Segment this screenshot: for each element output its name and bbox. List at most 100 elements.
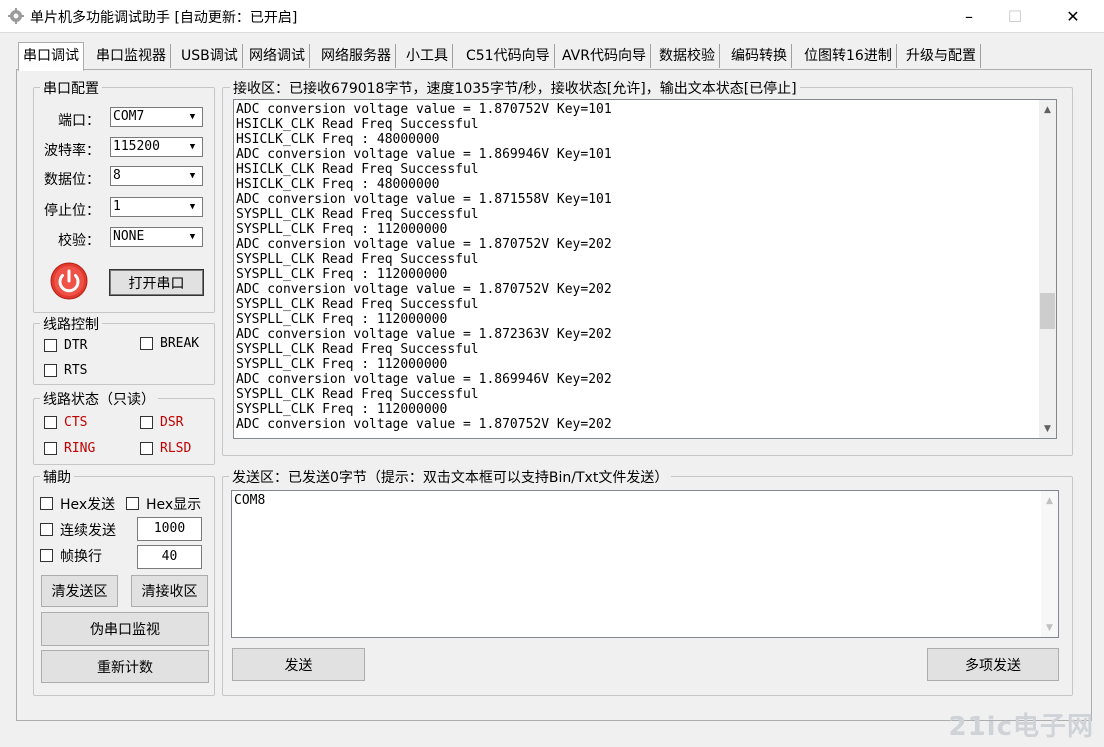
cts-label: CTS bbox=[64, 415, 88, 430]
open-port-button[interactable]: 打开串口 bbox=[109, 269, 204, 296]
receive-line: SYSPLL_CLK Read Freq Successful bbox=[236, 342, 479, 357]
receive-line: HSICLK_CLK Read Freq Successful bbox=[236, 117, 479, 132]
receive-textbox[interactable]: ADC conversion voltage value = 1.870752V… bbox=[233, 99, 1057, 439]
baud-select[interactable]: 115200 ▼ bbox=[110, 137, 203, 157]
receive-line: ADC conversion voltage value = 1.870752V… bbox=[236, 282, 612, 297]
frame-wrap-input[interactable]: 40 bbox=[137, 545, 202, 569]
tab-upgrade-config[interactable]: 升级与配置 bbox=[902, 44, 981, 68]
receive-line: SYSPLL_CLK Freq : 112000000 bbox=[236, 357, 448, 372]
tab-serial-debug[interactable]: 串口调试 bbox=[18, 42, 84, 71]
receive-line: SYSPLL_CLK Read Freq Successful bbox=[236, 387, 479, 402]
receive-line: SYSPLL_CLK Freq : 112000000 bbox=[236, 267, 448, 282]
receive-line: SYSPLL_CLK Freq : 112000000 bbox=[236, 402, 448, 417]
clear-recv-button[interactable]: 清接收区 bbox=[131, 575, 208, 607]
break-label: BREAK bbox=[160, 336, 200, 351]
receive-line: HSICLK_CLK Freq : 48000000 bbox=[236, 132, 440, 147]
scroll-down-icon[interactable]: ▼ bbox=[1041, 619, 1058, 636]
receive-line: ADC conversion voltage value = 1.871558V… bbox=[236, 192, 612, 207]
parity-label: 校验： bbox=[58, 233, 100, 249]
chevron-down-icon: ▼ bbox=[189, 142, 196, 152]
stop-bits-value: 1 bbox=[113, 199, 121, 214]
power-icon[interactable] bbox=[50, 262, 88, 300]
port-value: COM7 bbox=[113, 109, 145, 124]
port-label: 端口： bbox=[58, 113, 100, 129]
title-divider bbox=[0, 32, 1104, 33]
dtr-checkbox[interactable] bbox=[44, 339, 57, 352]
frame-wrap-checkbox[interactable] bbox=[40, 549, 53, 562]
tab-avr-wizard[interactable]: AVR代码向导 bbox=[558, 44, 651, 68]
tab-usb-debug[interactable]: USB调试 bbox=[177, 44, 243, 68]
port-select[interactable]: COM7 ▼ bbox=[110, 107, 203, 127]
tab-network-debug[interactable]: 网络调试 bbox=[245, 44, 310, 68]
tab-encoding[interactable]: 编码转换 bbox=[727, 44, 792, 68]
chevron-down-icon: ▼ bbox=[189, 232, 196, 242]
receive-title: 接收区：已接收679018字节，速度1035字节/秒，接收状态[允许]，输出文本… bbox=[230, 78, 800, 98]
receive-scrollbar[interactable]: ▲ ▼ bbox=[1039, 100, 1056, 438]
chevron-down-icon: ▼ bbox=[189, 202, 196, 212]
data-bits-label: 数据位： bbox=[44, 172, 100, 188]
continuous-interval-input[interactable]: 1000 bbox=[137, 517, 202, 541]
chevron-down-icon: ▼ bbox=[189, 171, 196, 181]
rlsd-label: RLSD bbox=[160, 441, 192, 456]
rts-label: RTS bbox=[64, 363, 88, 378]
frame-wrap-label: 帧换行 bbox=[60, 549, 102, 565]
baud-value: 115200 bbox=[113, 139, 160, 154]
tab-serial-monitor[interactable]: 串口监视器 bbox=[92, 44, 171, 68]
receive-line: HSICLK_CLK Read Freq Successful bbox=[236, 162, 479, 177]
receive-line: SYSPLL_CLK Read Freq Successful bbox=[236, 207, 479, 222]
recount-button[interactable]: 重新计数 bbox=[41, 650, 209, 683]
tab-data-check[interactable]: 数据校验 bbox=[655, 44, 720, 68]
tab-c51-wizard[interactable]: C51代码向导 bbox=[462, 44, 555, 68]
dtr-label: DTR bbox=[64, 338, 88, 353]
hex-display-checkbox[interactable] bbox=[126, 497, 139, 510]
tab-tools[interactable]: 小工具 bbox=[402, 44, 453, 68]
stop-bits-label: 停止位： bbox=[44, 203, 100, 219]
dsr-checkbox bbox=[140, 416, 153, 429]
receive-line: ADC conversion voltage value = 1.872363V… bbox=[236, 327, 612, 342]
receive-line: ADC conversion voltage value = 1.870752V… bbox=[236, 237, 612, 252]
parity-value: NONE bbox=[113, 229, 145, 244]
cts-checkbox bbox=[44, 416, 57, 429]
clear-send-button[interactable]: 清发送区 bbox=[41, 575, 118, 607]
stop-bits-select[interactable]: 1 ▼ bbox=[110, 197, 203, 217]
continuous-send-label: 连续发送 bbox=[60, 523, 116, 539]
gear-icon bbox=[8, 8, 24, 24]
receive-line: SYSPLL_CLK Read Freq Successful bbox=[236, 297, 479, 312]
send-textbox[interactable]: COM8 ▲ ▼ bbox=[231, 490, 1059, 638]
tab-bitmap-hex[interactable]: 位图转16进制 bbox=[800, 44, 897, 68]
hex-send-label: Hex发送 bbox=[60, 497, 116, 513]
serial-config-title: 串口配置 bbox=[40, 78, 102, 98]
receive-line: ADC conversion voltage value = 1.869946V… bbox=[236, 372, 612, 387]
scroll-down-icon[interactable]: ▼ bbox=[1039, 420, 1056, 437]
send-scrollbar[interactable]: ▲ ▼ bbox=[1041, 491, 1058, 637]
scroll-up-icon[interactable]: ▲ bbox=[1039, 101, 1056, 118]
fake-monitor-button[interactable]: 伪串口监视 bbox=[41, 612, 209, 646]
receive-line: ADC conversion voltage value = 1.869946V… bbox=[236, 147, 612, 162]
hex-display-label: Hex显示 bbox=[146, 497, 202, 513]
hex-send-checkbox[interactable] bbox=[40, 497, 53, 510]
dsr-label: DSR bbox=[160, 415, 184, 430]
scroll-thumb[interactable] bbox=[1040, 293, 1055, 329]
receive-line: HSICLK_CLK Freq : 48000000 bbox=[236, 177, 440, 192]
maximize-button[interactable]: ☐ bbox=[992, 0, 1038, 32]
line-control-title: 线路控制 bbox=[40, 314, 102, 334]
line-status-title: 线路状态（只读） bbox=[40, 389, 158, 409]
send-text: COM8 bbox=[234, 493, 266, 508]
data-bits-select[interactable]: 8 ▼ bbox=[110, 166, 203, 186]
receive-line: SYSPLL_CLK Freq : 112000000 bbox=[236, 222, 448, 237]
receive-line: ADC conversion voltage value = 1.870752V… bbox=[236, 102, 612, 117]
break-checkbox[interactable] bbox=[140, 337, 153, 350]
continuous-send-checkbox[interactable] bbox=[40, 523, 53, 536]
parity-select[interactable]: NONE ▼ bbox=[110, 227, 203, 247]
close-button[interactable]: ✕ bbox=[1050, 0, 1096, 32]
window-title: 单片机多功能调试助手 [自动更新：已开启] bbox=[30, 10, 298, 26]
scroll-up-icon[interactable]: ▲ bbox=[1041, 492, 1058, 509]
rlsd-checkbox bbox=[140, 442, 153, 455]
rts-checkbox[interactable] bbox=[44, 364, 57, 377]
minimize-button[interactable]: – bbox=[946, 0, 992, 32]
tab-network-server[interactable]: 网络服务器 bbox=[317, 44, 396, 68]
multi-send-button[interactable]: 多项发送 bbox=[927, 648, 1059, 681]
send-button[interactable]: 发送 bbox=[232, 648, 365, 681]
send-title: 发送区：已发送0字节（提示：双击文本框可以支持Bin/Txt文件发送） bbox=[229, 467, 672, 487]
receive-line: SYSPLL_CLK Freq : 112000000 bbox=[236, 312, 448, 327]
